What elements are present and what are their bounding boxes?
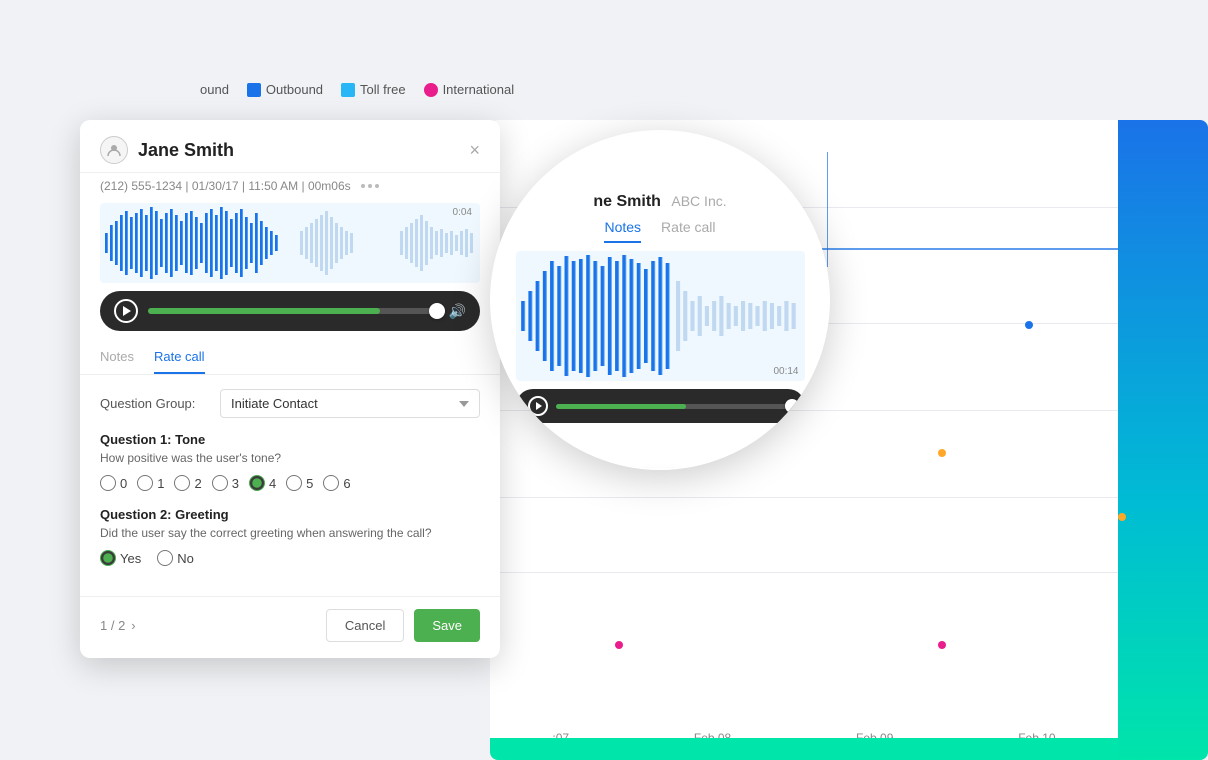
avatar	[100, 136, 128, 164]
tab-notes[interactable]: Notes	[100, 349, 134, 374]
chart-legend: ound Outbound Toll free International	[200, 82, 514, 97]
question-1-text: How positive was the user's tone?	[100, 451, 480, 465]
progress-thumb[interactable]	[429, 303, 445, 319]
question-1-options: 0 1 2 3 4 5 6	[100, 475, 480, 491]
rating-0[interactable]: 0	[100, 475, 127, 491]
meta-dots	[361, 184, 379, 188]
waveform-display: 0:04	[100, 203, 480, 283]
zoom-header: ne Smith ABC Inc.	[490, 177, 830, 219]
question-group-select[interactable]: Initiate Contact	[220, 389, 480, 418]
modal-tabs: Notes Rate call	[80, 339, 500, 375]
play-button[interactable]	[114, 299, 138, 323]
data-point-4	[615, 641, 623, 649]
data-point-5	[938, 641, 946, 649]
modal-form: Question Group: Initiate Contact Questio…	[80, 375, 500, 596]
legend-label-inbound: ound	[200, 82, 229, 97]
answer-no[interactable]: No	[157, 550, 194, 566]
question-1-block: Question 1: Tone How positive was the us…	[100, 432, 480, 491]
modal-title-row: Jane Smith	[100, 136, 234, 164]
zoom-tab-rate-call[interactable]: Rate call	[661, 219, 715, 243]
legend-dot-tollfree	[341, 83, 355, 97]
rating-2[interactable]: 2	[174, 475, 201, 491]
next-arrow: ›	[131, 618, 135, 633]
legend-dot-outbound	[247, 83, 261, 97]
chart-teal-bar	[490, 738, 1118, 760]
question-group-selector: Question Group: Initiate Contact	[100, 389, 480, 418]
modal-caller-name: Jane Smith	[138, 140, 234, 161]
legend-label-international: International	[443, 82, 515, 97]
zoom-play-icon	[536, 402, 542, 410]
modal-meta-info: (212) 555-1234 | 01/30/17 | 11:50 AM | 0…	[80, 173, 500, 203]
progress-fill	[148, 308, 380, 314]
zoom-audio-player[interactable]	[516, 389, 805, 423]
zoom-waveform-display: 00:14	[516, 251, 805, 381]
legend-item-outbound: Outbound	[247, 82, 323, 97]
legend-label-tollfree: Toll free	[360, 82, 406, 97]
zoom-caller-name: ne Smith	[593, 193, 661, 210]
rating-3[interactable]: 3	[212, 475, 239, 491]
legend-label-outbound: Outbound	[266, 82, 323, 97]
zoom-progress-fill	[556, 404, 686, 409]
waveform-timestamp: 0:04	[453, 207, 472, 218]
volume-icon[interactable]: 🔊	[449, 303, 466, 320]
rating-4[interactable]: 4	[249, 475, 276, 491]
rating-6[interactable]: 6	[323, 475, 350, 491]
modal-footer: 1 / 2 › Cancel Save	[80, 596, 500, 658]
audio-player[interactable]: 🔊	[100, 291, 480, 331]
legend-item-inbound: ound	[200, 82, 229, 97]
rating-5[interactable]: 5	[286, 475, 313, 491]
chart-gradient-bar	[1118, 120, 1208, 760]
data-point-6	[1118, 513, 1126, 521]
question-2-title: Question 2: Greeting	[100, 507, 480, 522]
legend-item-international: International	[424, 82, 515, 97]
answer-yes[interactable]: Yes	[100, 550, 141, 566]
question-1-title: Question 1: Tone	[100, 432, 480, 447]
zoom-company: ABC Inc.	[671, 193, 726, 209]
modal-close-button[interactable]: ×	[469, 141, 480, 159]
question-group-label: Question Group:	[100, 396, 210, 411]
question-2-options: Yes No	[100, 550, 480, 566]
play-icon	[123, 306, 131, 316]
zoom-waveform-timestamp: 00:14	[773, 366, 798, 377]
call-detail-modal: Jane Smith × (212) 555-1234 | 01/30/17 |…	[80, 120, 500, 658]
data-point-2	[938, 449, 946, 457]
question-2-text: Did the user say the correct greeting wh…	[100, 526, 480, 540]
modal-header: Jane Smith ×	[80, 120, 500, 173]
progress-track[interactable]	[148, 308, 439, 314]
zoom-tabs: Notes Rate call	[490, 219, 830, 243]
footer-actions: Cancel Save	[326, 609, 480, 642]
zoom-tab-notes[interactable]: Notes	[604, 219, 641, 243]
chart-vertical-line	[827, 152, 828, 267]
zoom-progress-thumb[interactable]	[785, 399, 799, 413]
zoom-progress-track[interactable]	[556, 404, 793, 409]
pagination: 1 / 2 ›	[100, 618, 136, 633]
tab-rate-call[interactable]: Rate call	[154, 349, 205, 374]
save-button[interactable]: Save	[414, 609, 480, 642]
legend-dot-international	[424, 83, 438, 97]
question-2-block: Question 2: Greeting Did the user say th…	[100, 507, 480, 566]
zoom-popup: ne Smith ABC Inc. Notes Rate call	[490, 130, 830, 470]
cancel-button[interactable]: Cancel	[326, 609, 404, 642]
data-point-3	[1025, 321, 1033, 329]
rating-1[interactable]: 1	[137, 475, 164, 491]
legend-item-tollfree: Toll free	[341, 82, 406, 97]
